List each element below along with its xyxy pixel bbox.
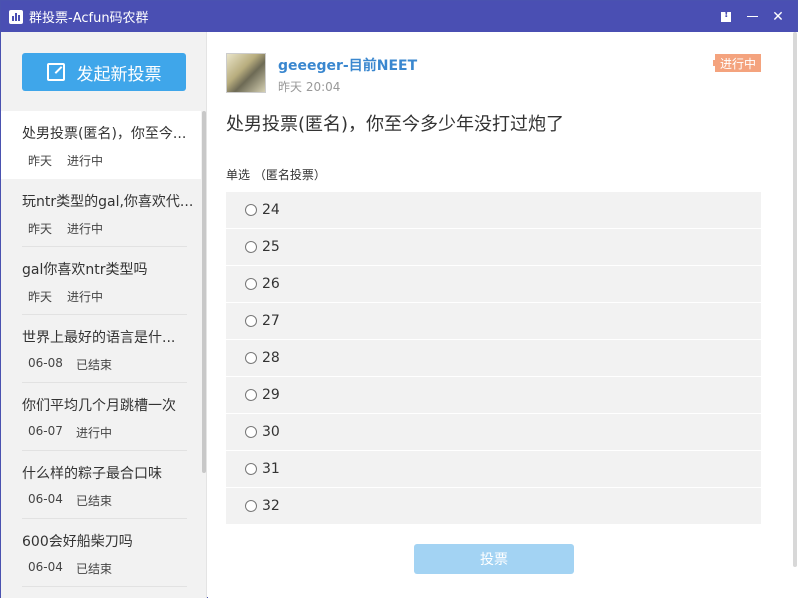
vote-option[interactable]: 28 — [226, 340, 761, 377]
vote-option[interactable]: 26 — [226, 266, 761, 303]
vote-list-item[interactable]: 600会好船柴刀吗 06-04 已结束 — [1, 519, 201, 587]
vote-item-status: 已结束 — [76, 562, 113, 576]
vote-list-item[interactable]: 什么样的粽子最合口味 06-04 已结束 — [1, 451, 201, 519]
window-controls: ✕ — [713, 1, 791, 32]
vote-type-label: 单选 （匿名投票） — [226, 168, 326, 182]
radio-button[interactable] — [245, 426, 257, 438]
vote-item-date: 06-04 — [28, 560, 63, 574]
option-label: 27 — [262, 313, 280, 329]
title-bar: 群投票-Acfun码农群 ✕ — [1, 1, 797, 32]
main-scrollbar[interactable] — [792, 32, 798, 598]
divider — [22, 586, 187, 587]
vote-item-title: 处男投票(匿名)，你至今... — [22, 126, 187, 142]
option-label: 32 — [262, 498, 280, 514]
vote-option[interactable]: 24 — [226, 192, 761, 229]
vote-option[interactable]: 30 — [226, 414, 761, 451]
sidebar: 发起新投票 处男投票(匿名)，你至今... 昨天 进行中 玩ntr类型的gal,… — [1, 32, 207, 598]
close-button[interactable]: ✕ — [765, 5, 791, 29]
option-label: 29 — [262, 387, 280, 403]
vote-item-status: 进行中 — [67, 222, 104, 236]
vote-list-item[interactable]: 玩ntr类型的gal,你喜欢代... 昨天 进行中 — [1, 179, 201, 247]
status-badge: 进行中 — [713, 54, 761, 72]
vote-option[interactable]: 27 — [226, 303, 761, 340]
vote-question: 处男投票(匿名)，你至今多少年没打过炮了 — [226, 114, 565, 135]
avatar — [226, 53, 266, 93]
feedback-button[interactable] — [713, 5, 739, 29]
radio-button[interactable] — [245, 204, 257, 216]
vote-option[interactable]: 29 — [226, 377, 761, 414]
vote-list-item[interactable]: 处男投票(匿名)，你至今... 昨天 进行中 — [1, 111, 201, 179]
vote-list-item[interactable]: 你们平均几个月跳槽一次 06-07 进行中 — [1, 383, 201, 451]
radio-button[interactable] — [245, 463, 257, 475]
submit-vote-button[interactable]: 投票 — [414, 544, 574, 574]
vote-item-title: 什么样的粽子最合口味 — [22, 466, 162, 482]
option-label: 30 — [262, 424, 280, 440]
minimize-button[interactable] — [739, 5, 765, 29]
option-label: 26 — [262, 276, 280, 292]
scrollbar-thumb[interactable] — [793, 32, 797, 567]
radio-button[interactable] — [245, 389, 257, 401]
close-icon: ✕ — [772, 8, 784, 25]
edit-icon — [46, 63, 65, 81]
window-title: 群投票-Acfun码农群 — [29, 11, 149, 26]
vote-list-item[interactable]: gal你喜欢ntr类型吗 昨天 进行中 — [1, 247, 201, 315]
vote-option[interactable]: 25 — [226, 229, 761, 266]
option-label: 28 — [262, 350, 280, 366]
vote-list-item[interactable]: 世界上最好的语言是什... 06-08 已结束 — [1, 315, 201, 383]
radio-button[interactable] — [245, 352, 257, 364]
minimize-icon — [746, 16, 758, 17]
radio-button[interactable] — [245, 241, 257, 253]
vote-item-status: 进行中 — [67, 154, 104, 168]
author-name[interactable]: geeeger-目前NEET — [278, 55, 417, 75]
vote-item-date: 昨天 — [28, 222, 53, 236]
vote-option[interactable]: 32 — [226, 488, 761, 525]
vote-item-date: 06-07 — [28, 424, 63, 438]
sidebar-scrollbar[interactable] — [202, 111, 206, 473]
option-label: 25 — [262, 239, 280, 255]
vote-item-status: 进行中 — [67, 290, 104, 304]
new-vote-label: 发起新投票 — [76, 64, 162, 85]
new-vote-button[interactable]: 发起新投票 — [22, 53, 186, 91]
vote-item-title: 你们平均几个月跳槽一次 — [22, 398, 176, 414]
vote-item-date: 昨天 — [28, 290, 53, 304]
option-label: 24 — [262, 202, 280, 218]
radio-button[interactable] — [245, 278, 257, 290]
vote-options: 24 25 26 27 28 29 30 31 32 — [226, 192, 761, 525]
vote-item-title: 玩ntr类型的gal,你喜欢代... — [22, 194, 194, 210]
option-label: 31 — [262, 461, 280, 477]
vote-list: 处男投票(匿名)，你至今... 昨天 进行中 玩ntr类型的gal,你喜欢代..… — [1, 111, 201, 587]
vote-item-date: 06-04 — [28, 492, 63, 506]
radio-button[interactable] — [245, 500, 257, 512]
vote-detail-panel: geeeger-目前NEET 昨天 20:04 进行中 处男投票(匿名)，你至今… — [208, 32, 792, 598]
feedback-icon — [721, 9, 731, 22]
post-time: 昨天 20:04 — [278, 80, 341, 94]
vote-item-title: 世界上最好的语言是什... — [22, 330, 176, 346]
vote-item-status: 进行中 — [76, 426, 113, 440]
vote-option[interactable]: 31 — [226, 451, 761, 488]
vote-item-date: 昨天 — [28, 154, 53, 168]
vote-item-status: 已结束 — [76, 494, 113, 508]
vote-item-title: gal你喜欢ntr类型吗 — [22, 262, 148, 278]
vote-item-title: 600会好船柴刀吗 — [22, 534, 133, 550]
radio-button[interactable] — [245, 315, 257, 327]
bar-chart-icon — [9, 9, 23, 24]
vote-item-status: 已结束 — [76, 358, 113, 372]
vote-item-date: 06-08 — [28, 356, 63, 370]
